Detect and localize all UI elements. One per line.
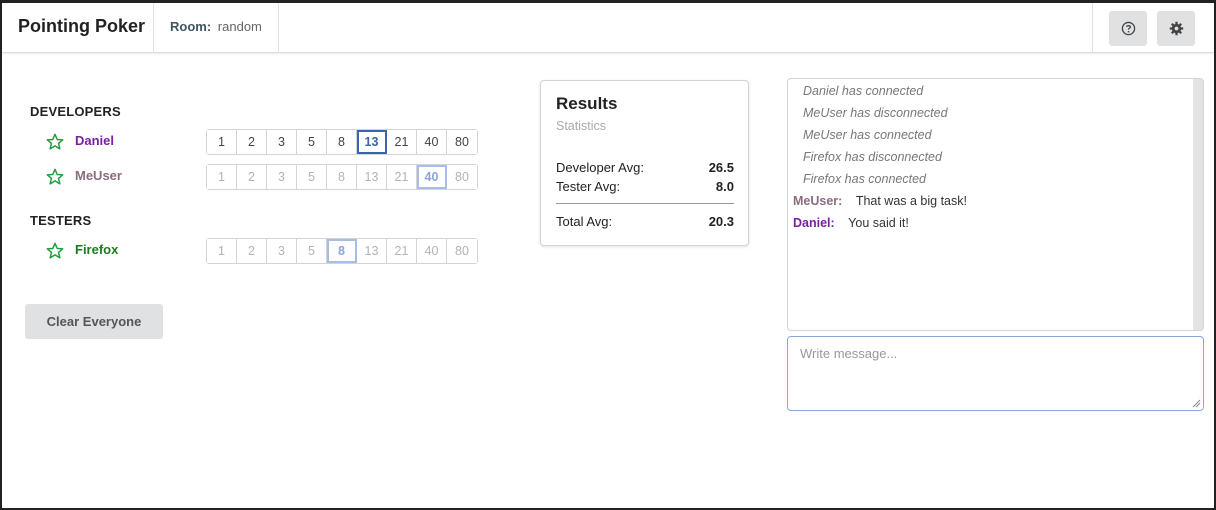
total-avg-row: Total Avg: 20.3 [556, 214, 734, 229]
tester-avg-label: Tester Avg: [556, 179, 621, 194]
app-root: Pointing Poker Room: random DEVELOPERS D… [2, 3, 1214, 508]
vote-card-2: 2 [237, 165, 267, 189]
vote-card-80: 80 [447, 165, 477, 189]
vote-card-40: 40 [417, 239, 447, 263]
resize-grip-icon[interactable] [1191, 398, 1201, 408]
room-label: Room: [170, 19, 212, 34]
tester-avg-row: Tester Avg: 8.0 [556, 179, 734, 194]
vote-card-21: 21 [387, 239, 417, 263]
system-message: Firefox has disconnected [803, 150, 942, 164]
star-outline-icon[interactable] [46, 242, 64, 260]
star-outline-icon[interactable] [46, 168, 64, 186]
group-title-developers: DEVELOPERS [30, 104, 121, 119]
chat-scrollbar[interactable] [1193, 79, 1203, 330]
message-text: You said it! [848, 216, 909, 230]
developer-avg-row: Developer Avg: 26.5 [556, 160, 734, 175]
message-author: MeUser: [793, 194, 843, 208]
results-divider [556, 203, 734, 204]
vote-card-21: 21 [387, 165, 417, 189]
vote-card-8-selected: 8 [327, 239, 357, 263]
room-indicator: Room: random [154, 3, 279, 52]
vote-card-40-selected: 40 [417, 165, 447, 189]
player-name: Firefox [75, 242, 119, 257]
system-message: Firefox has connected [803, 172, 926, 186]
clear-everyone-button[interactable]: Clear Everyone [25, 304, 163, 339]
group-title-testers: TESTERS [30, 213, 92, 228]
player-row-meuser: MeUser 1 2 3 5 8 13 21 40 80 [46, 164, 486, 190]
vote-card-1: 1 [207, 165, 237, 189]
player-name: Daniel [75, 133, 115, 148]
vote-card-1[interactable]: 1 [207, 130, 237, 154]
total-avg-label: Total Avg: [556, 214, 613, 229]
app-title: Pointing Poker [2, 3, 154, 52]
vote-card-3[interactable]: 3 [267, 130, 297, 154]
developer-avg-value: 26.5 [708, 160, 734, 175]
room-name: random [217, 19, 262, 34]
top-bar: Pointing Poker Room: random [2, 3, 1214, 53]
vote-card-5: 5 [297, 239, 327, 263]
chat-log[interactable]: Daniel has connected MeUser has disconne… [787, 78, 1204, 331]
message-author: Daniel: [793, 216, 835, 230]
settings-button[interactable] [1157, 11, 1195, 46]
vote-card-80: 80 [447, 239, 477, 263]
chat-message: MeUser: That was a big task! [793, 194, 967, 208]
player-name: MeUser [75, 168, 122, 183]
question-circle-icon [1121, 21, 1135, 36]
vote-card-13: 13 [357, 239, 387, 263]
vote-card-2: 2 [237, 239, 267, 263]
vote-cards: 1 2 3 5 8 13 21 40 80 [206, 238, 478, 264]
results-title: Results [556, 94, 618, 113]
header-actions [1092, 3, 1214, 52]
message-input[interactable] [787, 336, 1204, 411]
message-text: That was a big task! [855, 194, 967, 208]
vote-card-13: 13 [357, 165, 387, 189]
vote-cards: 1 2 3 5 8 13 21 40 80 [206, 129, 478, 155]
vote-card-5: 5 [297, 165, 327, 189]
tester-avg-value: 8.0 [715, 179, 734, 194]
vote-card-5[interactable]: 5 [297, 130, 327, 154]
star-outline-icon[interactable] [46, 133, 64, 151]
vote-card-21[interactable]: 21 [387, 130, 417, 154]
vote-card-3: 3 [267, 239, 297, 263]
chat-message: Daniel: You said it! [793, 216, 909, 230]
vote-card-40[interactable]: 40 [417, 130, 447, 154]
vote-card-3: 3 [267, 165, 297, 189]
system-message: Daniel has connected [803, 84, 924, 98]
vote-cards: 1 2 3 5 8 13 21 40 80 [206, 164, 478, 190]
vote-card-2[interactable]: 2 [237, 130, 267, 154]
total-avg-value: 20.3 [708, 214, 734, 229]
vote-card-1: 1 [207, 239, 237, 263]
results-card: Results Statistics Developer Avg: 26.5 T… [540, 80, 749, 246]
developer-avg-label: Developer Avg: [556, 160, 644, 175]
gear-icon [1169, 21, 1183, 36]
vote-card-8: 8 [327, 165, 357, 189]
system-message: MeUser has connected [803, 128, 932, 142]
help-button[interactable] [1109, 11, 1147, 46]
vote-card-80[interactable]: 80 [447, 130, 477, 154]
vote-card-13-selected[interactable]: 13 [357, 130, 387, 154]
results-subtitle: Statistics [556, 119, 607, 133]
vote-card-8[interactable]: 8 [327, 130, 357, 154]
player-row-firefox: Firefox 1 2 3 5 8 13 21 40 80 [46, 238, 486, 264]
system-message: MeUser has disconnected [803, 106, 948, 120]
player-row-daniel: Daniel 1 2 3 5 8 13 21 40 80 [46, 129, 486, 155]
